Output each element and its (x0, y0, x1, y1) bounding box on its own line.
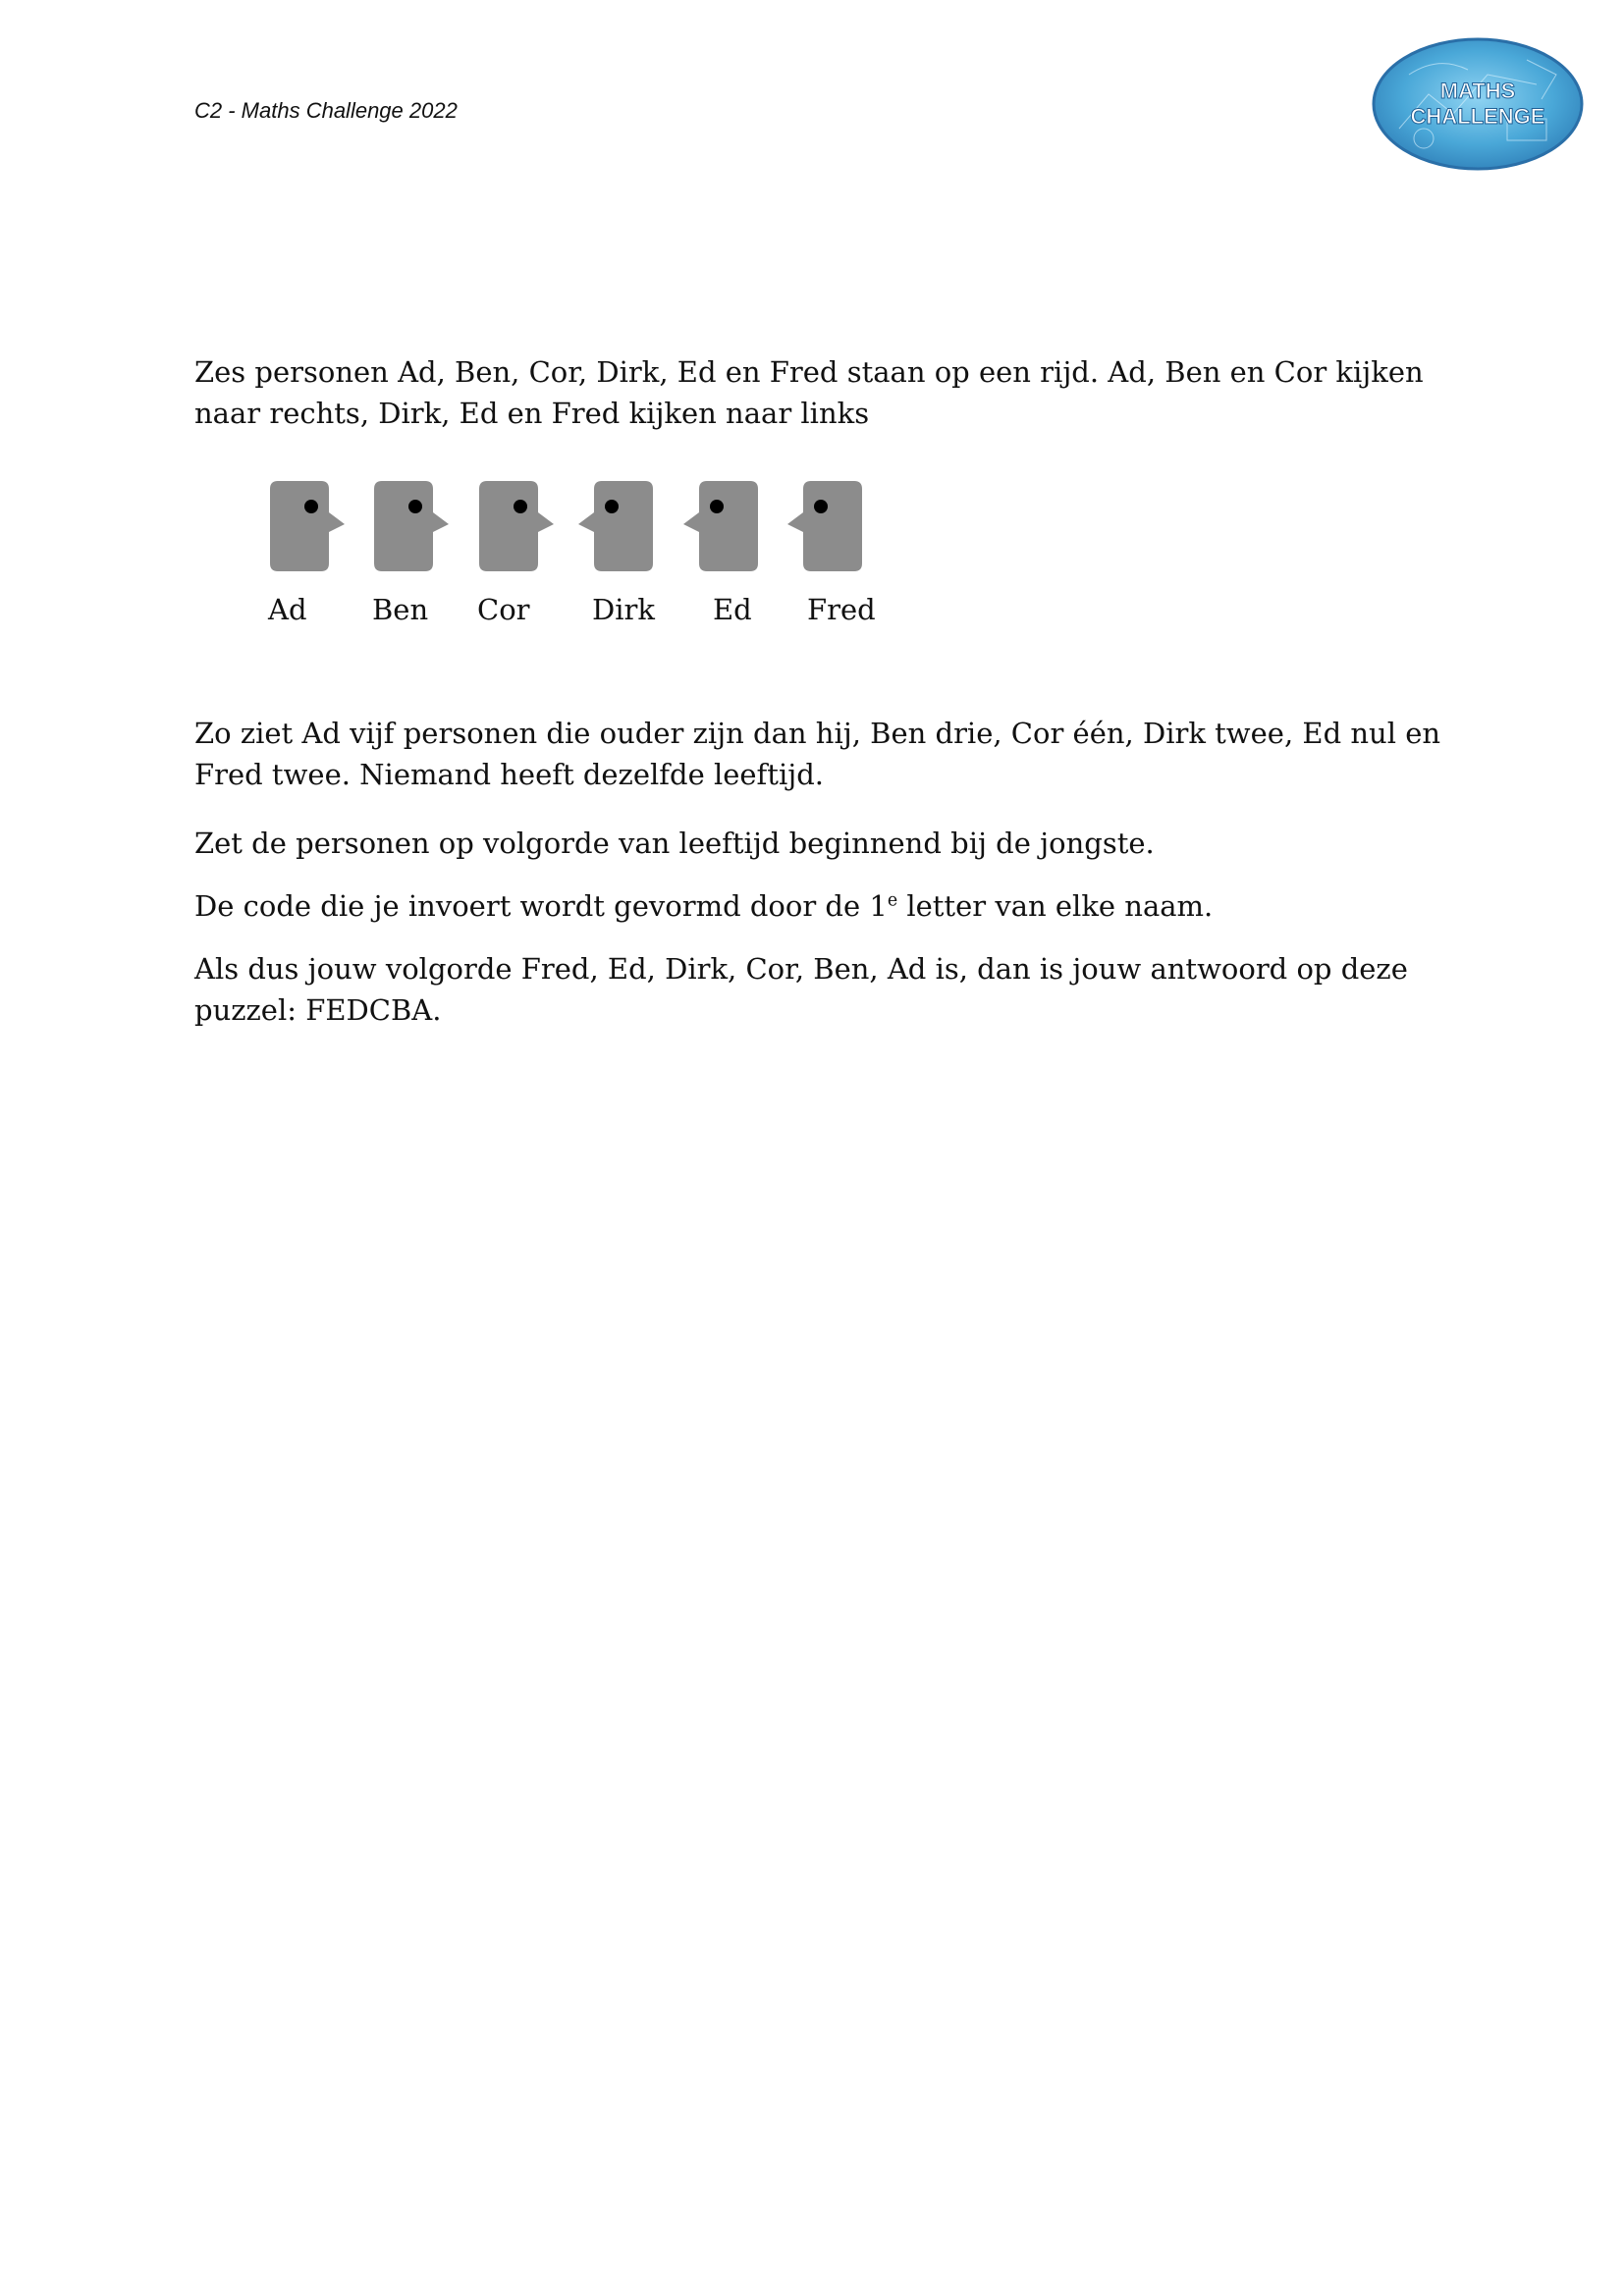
label-fred: Fred (807, 593, 876, 626)
head-ed-facing-left-icon (679, 481, 768, 571)
intro-paragraph: Zes personen Ad, Ben, Cor, Dirk, Ed en F… (194, 355, 1424, 430)
code-text-superscript: e (887, 890, 898, 911)
code-text-after: letter van elke naam. (897, 889, 1214, 923)
paragraph-example-answer: Als dus jouw volgorde Fred, Ed, Dirk, Co… (194, 952, 1408, 1027)
label-cor: Cor (477, 593, 530, 626)
label-ben: Ben (372, 593, 429, 626)
code-text-before: De code die je invoert wordt gevormd doo… (194, 889, 888, 923)
paragraph-ages-seen: Zo ziet Ad vijf personen die ouder zijn … (194, 717, 1441, 791)
label-ad: Ad (268, 593, 307, 626)
paragraph-code-instruction: De code die je invoert wordt gevormd doo… (194, 885, 1441, 927)
head-ad-facing-right-icon (260, 481, 349, 571)
label-ed: Ed (713, 593, 752, 626)
head-fred-facing-left-icon (784, 481, 872, 571)
head-dirk-facing-left-icon (574, 481, 663, 571)
logo-text-challenge: CHALLENGE (1411, 104, 1545, 129)
logo-text-maths: MATHS (1440, 79, 1516, 103)
people-figure (260, 481, 889, 579)
maths-challenge-logo: MATHS CHALLENGE (1370, 35, 1586, 173)
head-ben-facing-right-icon (364, 481, 453, 571)
head-cor-facing-right-icon (469, 481, 558, 571)
label-dirk: Dirk (592, 593, 655, 626)
paragraph-order-instruction: Zet de personen op volgorde van leeftijd… (194, 827, 1155, 860)
document-header-title: C2 - Maths Challenge 2022 (194, 98, 458, 123)
